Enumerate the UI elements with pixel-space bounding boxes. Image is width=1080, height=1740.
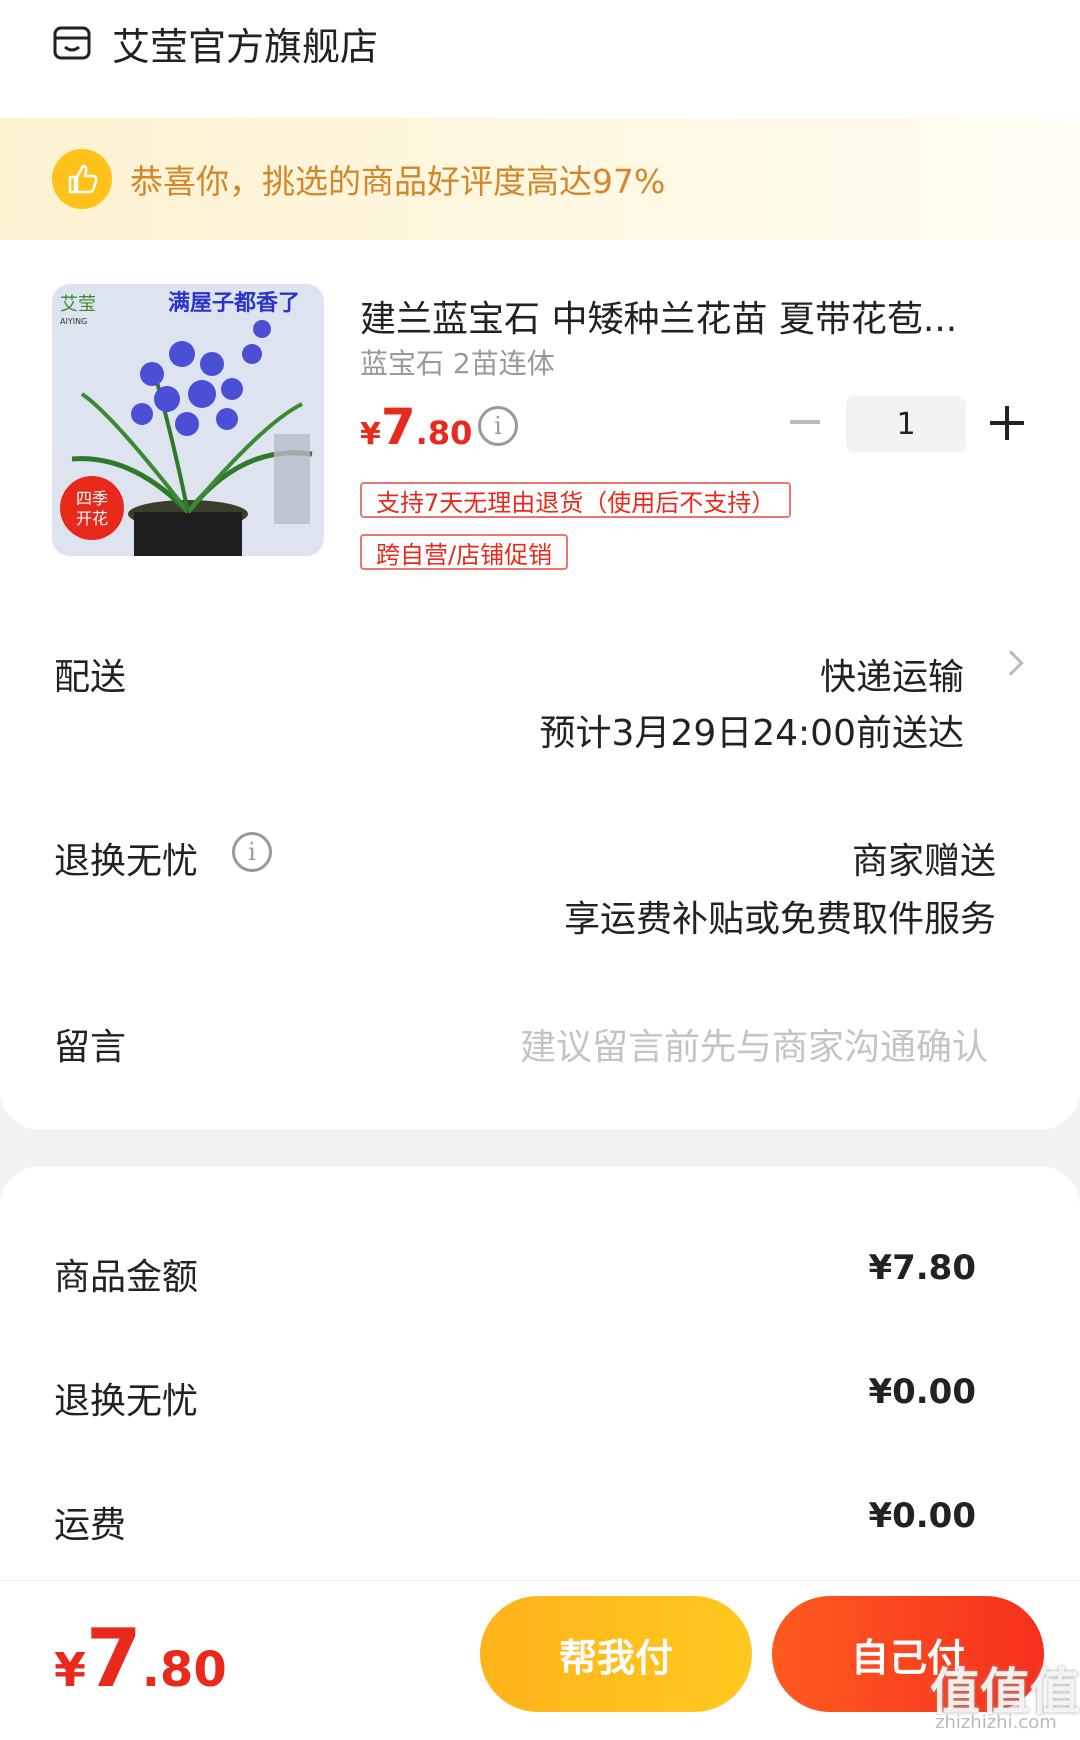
watermark-sub: zhizhizhi.com [935,1712,1057,1733]
summary-value: ¥0.00 [868,1372,976,1412]
image-badge-line2: 开花 [76,509,108,528]
promotion-tag: 跨自营/店铺促销 [360,534,569,570]
returns-label: 退换无忧 [54,841,199,882]
returns-info-icon[interactable]: i [232,832,272,872]
product-title[interactable]: 建兰蓝宝石 中矮种兰花苗 夏带花苞... [360,290,957,342]
image-brand: 艾莹 [60,294,96,315]
message-input[interactable]: 建议留言前先与商家沟通确认 [520,1018,988,1070]
delivery-method[interactable]: 快递运输 [820,648,964,700]
returns-value: 商家赠送 [851,841,996,882]
thumbs-up-icon [52,149,112,209]
quantity-minus-button[interactable] [790,420,820,424]
quantity-plus-button[interactable] [990,406,1024,440]
rating-banner: 恭喜你，挑选的商品好评度高达97% [0,118,1080,240]
delivery-eta: 预计3月29日24:00前送达 [539,713,964,754]
help-me-pay-button[interactable]: 帮我付 [480,1596,752,1712]
image-slogan: 满屋子都香了 [168,291,300,316]
store-icon [53,26,91,60]
price-info-icon[interactable]: i [478,406,518,446]
summary-label: 运费 [54,1505,127,1546]
image-badge-line1: 四季 [76,489,108,508]
message-label: 留言 [54,1027,127,1068]
summary-label: 商品金额 [54,1257,199,1298]
total-price: ¥7.80 [54,1612,227,1705]
returns-desc: 享运费补贴或免费取件服务 [563,899,996,940]
image-brand-en: AIYING [60,317,87,326]
store-name: 艾莹官方旗舰店 [112,24,379,69]
delivery-label: 配送 [54,657,127,698]
summary-value: ¥7.80 [868,1248,976,1288]
product-spec[interactable]: 蓝宝石 2苗连体 [360,342,555,382]
summary-label: 退换无忧 [54,1381,199,1422]
return-policy-tag: 支持7天无理由退货（使用后不支持） [360,482,792,518]
store-header[interactable]: 艾莹官方旗舰店 [52,18,379,69]
quantity-input[interactable]: 1 [846,396,966,452]
product-image[interactable]: 满屋子都香了 艾莹 AIYING 四季 开花 [52,284,324,556]
summary-value: ¥0.00 [868,1496,976,1536]
product-price: ¥7.80 [360,398,473,456]
banner-text: 恭喜你，挑选的商品好评度高达97% [130,162,666,201]
